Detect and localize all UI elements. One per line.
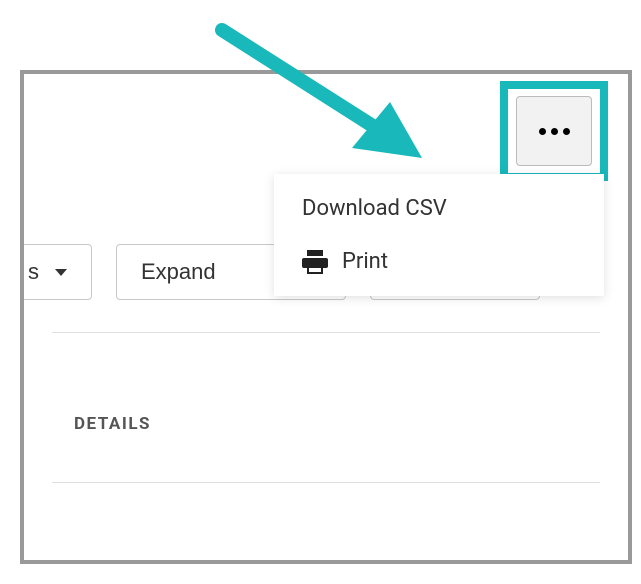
filter-dropdown-button[interactable]: s: [20, 244, 92, 300]
divider: [52, 482, 600, 483]
filter-dropdown-label: s: [28, 259, 39, 285]
print-label: Print: [342, 249, 388, 274]
download-csv-label: Download CSV: [302, 196, 447, 221]
details-tab[interactable]: DETAILS: [74, 414, 151, 434]
download-csv-menu-item[interactable]: Download CSV: [274, 182, 604, 235]
print-icon: [302, 250, 328, 274]
more-options-menu: Download CSV Print: [274, 174, 604, 296]
tutorial-highlight-box: [500, 81, 608, 181]
app-frame: Download CSV Print s Expand DETAILS: [20, 70, 632, 564]
expand-label: Expand: [141, 259, 216, 285]
divider: [52, 332, 600, 333]
details-tab-label: DETAILS: [74, 414, 151, 434]
print-menu-item[interactable]: Print: [274, 235, 604, 288]
